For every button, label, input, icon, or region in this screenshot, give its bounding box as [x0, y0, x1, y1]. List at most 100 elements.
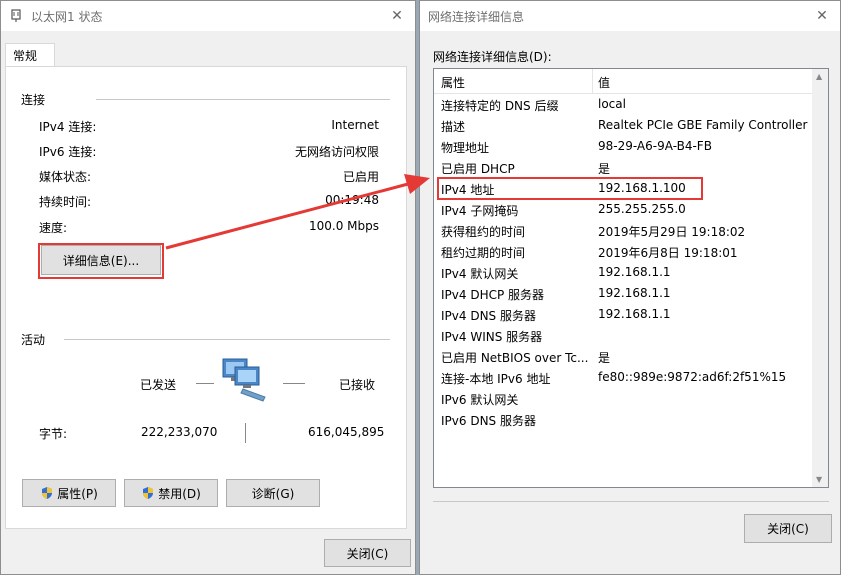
item-property: IPv4 默认网关 [441, 267, 519, 281]
item-property: IPv4 WINS 服务器 [441, 330, 543, 344]
list-item[interactable]: IPv6 默认网关 [434, 388, 814, 409]
row-label: 速度: [39, 221, 68, 235]
row-value: 00:19:48 [325, 193, 379, 207]
properties-button[interactable]: 属性(P) [22, 479, 116, 507]
list-item[interactable]: IPv4 子网掩码 255.255.255.0 [434, 199, 814, 220]
item-value: 98-29-A6-9A-B4-FB [598, 139, 712, 153]
details-window: 网络连接详细信息 ✕ 网络连接详细信息(D): 属性 值 连接特定的 DNS 后… [419, 0, 841, 575]
details-list[interactable]: 属性 值 连接特定的 DNS 后缀 local 描述 Realtek PCIe GB… [433, 68, 829, 488]
connection-row-media-state: 媒体状态: 已启用 [39, 168, 379, 188]
list-item[interactable]: IPv6 DNS 服务器 [434, 409, 814, 430]
list-item[interactable]: 获得租约的时间 2019年5月29日 19:18:02 [434, 220, 814, 241]
ipv4-address-highlight [437, 177, 703, 200]
item-property: IPv4 DNS 服务器 [441, 309, 536, 323]
details-button-highlight [38, 243, 164, 279]
item-value: 192.168.1.1 [598, 265, 671, 279]
column-header-property[interactable]: 属性 [441, 74, 465, 91]
sent-dash [196, 383, 214, 384]
close-icon[interactable]: ✕ [389, 8, 405, 24]
row-label: 持续时间: [39, 195, 92, 209]
connection-row-duration: 持续时间: 00:19:48 [39, 193, 379, 213]
properties-button-label: 属性(P) [57, 486, 98, 501]
list-header: 属性 值 [434, 69, 828, 94]
connection-row-ipv6: IPv6 连接: 无网络访问权限 [39, 143, 379, 163]
list-item[interactable]: 租约过期的时间 2019年6月8日 19:18:01 [434, 241, 814, 262]
bytes-sent-value: 222,233,070 [141, 425, 218, 439]
row-value: 100.0 Mbps [308, 219, 379, 233]
row-value: Internet [331, 118, 379, 132]
list-item[interactable]: IPv4 DHCP 服务器 192.168.1.1 [434, 283, 814, 304]
row-label: 媒体状态: [39, 170, 92, 184]
connection-row-speed: 速度: 100.0 Mbps [39, 219, 379, 239]
item-value: 2019年5月29日 19:18:02 [598, 225, 746, 239]
row-label: IPv6 连接: [39, 145, 97, 159]
details-title-bar[interactable]: 网络连接详细信息 ✕ [420, 1, 840, 31]
activity-section-header: 活动 [21, 333, 46, 347]
connection-divider [96, 99, 390, 100]
list-item[interactable]: 连接特定的 DNS 后缀 local [434, 94, 814, 115]
scroll-up-icon[interactable]: ▲ [816, 72, 822, 81]
status-close-button[interactable]: 关闭(C) [324, 539, 411, 567]
item-property: 连接-本地 IPv6 地址 [441, 372, 551, 386]
column-separator[interactable] [592, 69, 593, 93]
details-window-title: 网络连接详细信息 [428, 9, 525, 24]
tab-general[interactable]: 常规 [5, 43, 55, 67]
list-scrollbar[interactable]: ▲ ▼ [812, 69, 828, 487]
row-label: IPv4 连接: [39, 120, 97, 134]
item-property: IPv6 默认网关 [441, 393, 519, 407]
status-title-bar[interactable]: 以太网1 状态 ✕ [1, 1, 415, 31]
item-value: 255.255.255.0 [598, 202, 686, 216]
disable-button[interactable]: 禁用(D) [124, 479, 218, 507]
item-value: 是 [598, 162, 611, 176]
list-item[interactable]: 已启用 NetBIOS over Tc... 是 [434, 346, 814, 367]
scroll-down-icon[interactable]: ▼ [816, 475, 822, 484]
network-adapter-icon [11, 9, 21, 22]
item-value: 2019年6月8日 19:18:01 [598, 246, 738, 260]
item-property: 已启用 DHCP [441, 162, 515, 176]
bytes-divider [245, 423, 246, 443]
list-item[interactable]: 连接-本地 IPv6 地址 fe80::989e:9872:ad6f:2f51%1… [434, 367, 814, 388]
activity-divider [64, 339, 390, 340]
close-icon[interactable]: ✕ [814, 8, 830, 24]
list-item[interactable]: IPv4 默认网关 192.168.1.1 [434, 262, 814, 283]
details-list-label: 网络连接详细信息(D): [433, 50, 552, 64]
item-property: 物理地址 [441, 141, 490, 155]
bytes-label: 字节: [39, 427, 68, 441]
item-value: local [598, 97, 626, 111]
item-value: fe80::989e:9872:ad6f:2f51%15 [598, 370, 787, 384]
item-value: 192.168.1.1 [598, 307, 671, 321]
shield-icon [143, 487, 154, 499]
bytes-received-value: 616,045,895 [308, 425, 385, 439]
item-property: 获得租约的时间 [441, 225, 526, 239]
connection-row-ipv4: IPv4 连接: Internet [39, 118, 379, 138]
item-property: 描述 [441, 120, 466, 134]
item-property: IPv4 DHCP 服务器 [441, 288, 545, 302]
list-item[interactable]: 已启用 DHCP 是 [434, 157, 814, 178]
column-header-value[interactable]: 值 [598, 74, 610, 91]
row-value: 无网络访问权限 [294, 145, 379, 159]
item-property: 租约过期的时间 [441, 246, 526, 260]
list-item[interactable]: IPv4 DNS 服务器 192.168.1.1 [434, 304, 814, 325]
item-property: IPv4 子网掩码 [441, 204, 519, 218]
shield-icon [42, 487, 53, 499]
sent-label: 已发送 [140, 378, 177, 392]
row-value: 已启用 [342, 170, 379, 184]
received-label: 已接收 [339, 378, 376, 392]
details-divider [433, 501, 829, 502]
item-property: IPv6 DNS 服务器 [441, 414, 536, 428]
status-window-title: 以太网1 状态 [31, 9, 103, 24]
disable-button-label: 禁用(D) [158, 486, 201, 501]
list-item[interactable]: IPv4 WINS 服务器 [434, 325, 814, 346]
status-window: 以太网1 状态 ✕ 常规 连接 IPv4 连接: Internet IPv6 连… [0, 0, 416, 575]
list-item[interactable]: 物理地址 98-29-A6-9A-B4-FB [434, 136, 814, 157]
item-value: 是 [598, 351, 611, 365]
diagnose-button[interactable]: 诊断(G) [226, 479, 320, 507]
tab-strip: 常规 [5, 43, 407, 67]
connection-section-header: 连接 [21, 93, 46, 107]
list-item[interactable]: 描述 Realtek PCIe GBE Family Controller [434, 115, 814, 136]
item-value: Realtek PCIe GBE Family Controller [598, 118, 808, 132]
details-close-button[interactable]: 关闭(C) [744, 514, 832, 543]
general-tab-page: 连接 IPv4 连接: Internet IPv6 连接: 无网络访问权限 媒体… [5, 66, 407, 529]
item-property: 已启用 NetBIOS over Tc... [441, 351, 589, 365]
network-computers-icon [222, 358, 266, 402]
